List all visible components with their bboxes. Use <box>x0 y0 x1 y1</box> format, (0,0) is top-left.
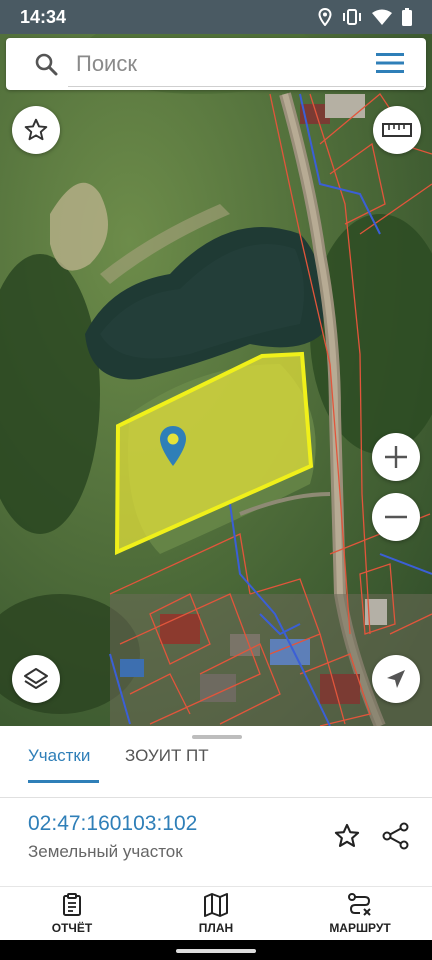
search-underline <box>68 86 424 87</box>
nav-plan[interactable]: ПЛАН <box>161 893 271 935</box>
battery-icon <box>402 8 412 26</box>
menu-icon[interactable] <box>376 53 404 73</box>
route-icon <box>348 893 371 916</box>
bottom-sheet[interactable]: Участки ЗОУИТ ПТ 02:47:160103:102 Земель… <box>0 726 432 886</box>
location-pin-icon[interactable] <box>158 425 188 467</box>
nav-route-label: МАРШРУТ <box>329 921 391 935</box>
bottom-nav: ОТЧЁТ ПЛАН МАРШРУТ <box>0 886 432 940</box>
search-bar[interactable]: Поиск <box>6 38 426 90</box>
map-view[interactable] <box>0 34 432 726</box>
ruler-icon <box>382 123 412 137</box>
home-indicator[interactable] <box>176 949 256 953</box>
parcel-type: Земельный участок <box>28 842 183 861</box>
nav-report[interactable]: ОТЧЁТ <box>17 893 127 935</box>
wifi-icon <box>372 9 392 25</box>
star-icon <box>24 118 48 141</box>
tabs-divider <box>0 797 432 798</box>
zoom-in-button[interactable] <box>372 433 420 481</box>
ruler-button[interactable] <box>373 106 421 154</box>
clipboard-icon <box>63 893 81 916</box>
status-icons <box>318 8 412 26</box>
my-location-button[interactable] <box>372 655 420 703</box>
parcel-number-link[interactable]: 02:47:160103:102 <box>28 812 197 836</box>
search-input[interactable]: Поиск <box>76 51 137 77</box>
layers-icon <box>24 668 48 689</box>
star-icon[interactable] <box>333 822 361 850</box>
tab-parcels[interactable]: Участки <box>28 746 90 766</box>
search-icon[interactable] <box>34 52 58 76</box>
tab-indicator <box>28 780 99 783</box>
favorite-map-button[interactable] <box>12 106 60 154</box>
nav-report-label: ОТЧЁТ <box>51 921 93 935</box>
status-time: 14:34 <box>20 7 67 27</box>
nav-route[interactable]: МАРШРУТ <box>305 893 415 935</box>
satellite-map <box>0 34 432 726</box>
share-icon[interactable] <box>382 822 410 850</box>
vibrate-icon <box>343 9 361 25</box>
minus-icon <box>385 515 407 519</box>
status-bar: 14:34 <box>0 0 432 34</box>
system-gesture-bar <box>0 940 432 960</box>
tab-zouit[interactable]: ЗОУИТ ПТ <box>125 746 209 766</box>
location-icon <box>318 8 332 26</box>
zoom-out-button[interactable] <box>372 493 420 541</box>
map-icon <box>204 893 228 917</box>
layers-button[interactable] <box>12 655 60 703</box>
navigation-arrow-icon <box>387 670 405 688</box>
drag-handle[interactable] <box>192 735 242 739</box>
tab-bar: Участки ЗОУИТ ПТ <box>0 740 432 798</box>
nav-plan-label: ПЛАН <box>198 921 234 935</box>
plus-icon <box>385 446 407 468</box>
